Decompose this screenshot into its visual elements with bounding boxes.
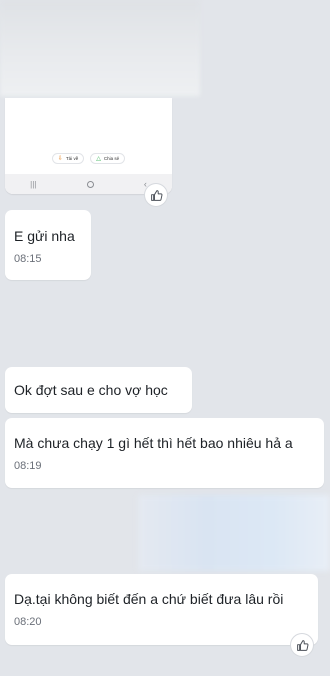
- message-time: 08:20: [14, 616, 42, 628]
- phone-screenshot-attachment[interactable]: ⇩ Tải về △ Chia sẻ ||| ‹: [5, 98, 172, 194]
- thumbs-up-icon: [296, 639, 308, 651]
- share-label: Chia sẻ: [103, 156, 120, 161]
- download-label: Tải về: [65, 156, 79, 161]
- message-text: E gửi nha: [14, 228, 75, 244]
- thumbs-up-icon: [150, 189, 162, 201]
- chat-thread: ⇩ Tải về △ Chia sẻ ||| ‹ E gửi nha 08:15…: [0, 0, 330, 676]
- attachment-actions: ⇩ Tải về △ Chia sẻ: [5, 153, 172, 164]
- message-bubble[interactable]: Ok đợt sau e cho vợ học: [5, 367, 192, 413]
- download-chip: ⇩ Tải về: [51, 153, 85, 164]
- message-text: Mà chưa chạy 1 gì hết thì hết bao nhiêu …: [14, 435, 293, 451]
- message-bubble[interactable]: Dạ.tại không biết đến a chứ biết đưa lâu…: [5, 574, 318, 645]
- message-text: Ok đợt sau e cho vợ học: [14, 382, 168, 398]
- share-icon: △: [96, 155, 101, 162]
- message-bubble[interactable]: Mà chưa chạy 1 gì hết thì hết bao nhiêu …: [5, 418, 324, 488]
- share-chip: △ Chia sẻ: [90, 153, 126, 164]
- message-time: 08:15: [14, 253, 42, 265]
- recent-apps-icon: |||: [30, 179, 37, 189]
- blurred-image-message[interactable]: [0, 0, 200, 96]
- like-button[interactable]: [291, 634, 313, 656]
- home-circle-icon: [86, 180, 94, 188]
- message-bubble[interactable]: E gửi nha 08:15: [5, 210, 91, 280]
- like-button[interactable]: [145, 184, 167, 206]
- blurred-sent-image[interactable]: [138, 495, 330, 571]
- download-icon: ⇩: [57, 155, 63, 162]
- message-time: 08:19: [14, 460, 42, 472]
- message-text: Dạ.tại không biết đến a chứ biết đưa lâu…: [14, 591, 284, 607]
